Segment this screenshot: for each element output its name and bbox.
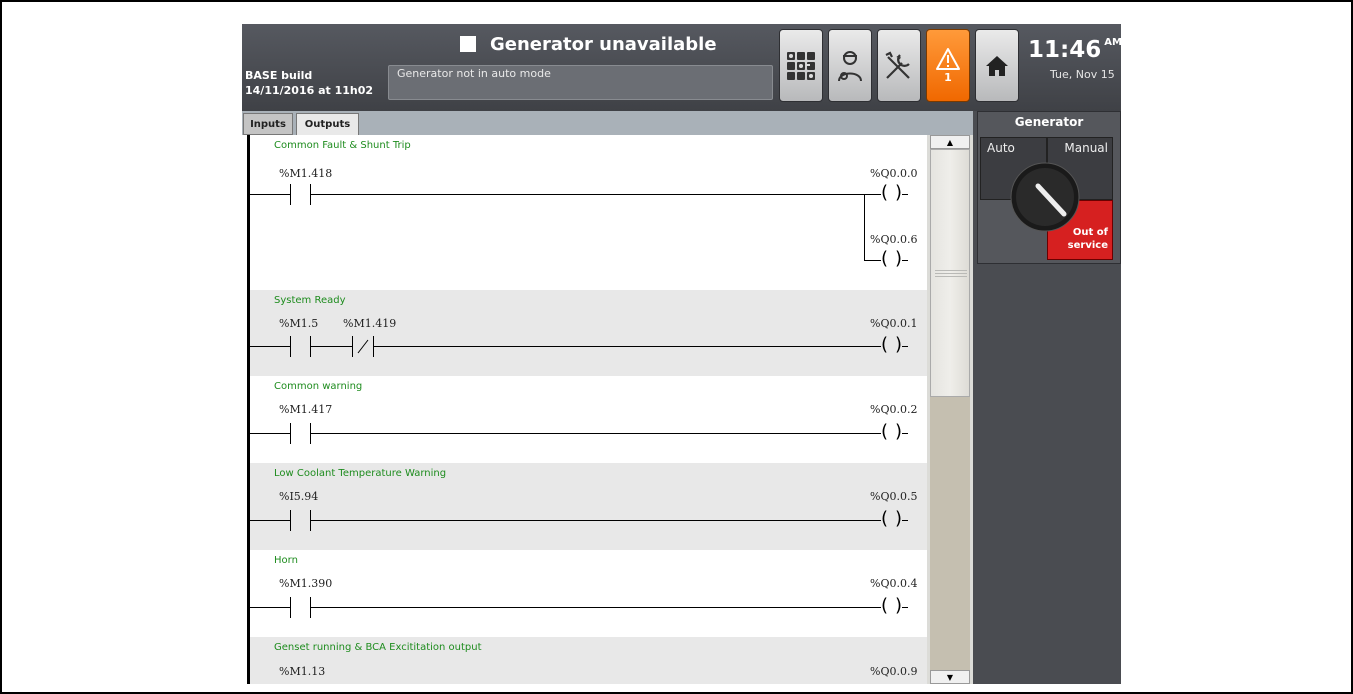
output-coil[interactable]: () <box>877 508 908 531</box>
tools-button[interactable]: ? <box>877 29 921 102</box>
contact-label: %I5.94 <box>279 490 319 503</box>
mode-selector-knob[interactable] <box>1010 162 1080 232</box>
scroll-up-button[interactable]: ▲ <box>930 135 970 149</box>
tab-inputs[interactable]: Inputs <box>243 113 293 135</box>
out-of-service-line2: service <box>1067 240 1108 251</box>
coil-label: %Q0.0.1 <box>870 317 918 330</box>
home-icon <box>986 55 1008 76</box>
wire <box>373 346 877 347</box>
coil-label: %Q0.0.9 <box>870 665 918 678</box>
build-date: 14/11/2016 at 11h02 <box>245 84 374 97</box>
rung-title: Horn <box>274 555 298 566</box>
rung-low-coolant: Low Coolant Temperature Warning %I5.94 %… <box>250 463 927 550</box>
wire <box>250 194 290 195</box>
coil-label: %Q0.0.2 <box>870 403 918 416</box>
rung-title: Common Fault & Shunt Trip <box>274 140 411 151</box>
wire <box>250 607 290 608</box>
clock-date: Tue, Nov 15 <box>1050 68 1115 81</box>
header-bar: Generator unavailable Generator not in a… <box>242 24 1121 111</box>
status-title: Generator unavailable <box>460 30 780 58</box>
hmi-window: Generator unavailable Generator not in a… <box>242 24 1121 684</box>
output-coil[interactable]: () <box>877 421 908 444</box>
generator-panel: Generator Auto Manual Out of service <box>977 111 1121 264</box>
contact-label: %M1.390 <box>279 577 333 590</box>
operator-button[interactable] <box>828 29 872 102</box>
contact-label: %M1.417 <box>279 403 333 416</box>
tab-outputs[interactable]: Outputs <box>296 113 359 135</box>
contact-label: %M1.418 <box>279 167 333 180</box>
tools-icon: ? <box>885 51 910 79</box>
contact-label: %M1.5 <box>279 317 319 330</box>
rung-title: Low Coolant Temperature Warning <box>274 468 447 479</box>
clock: 11:46 AM <box>1028 37 1121 63</box>
rung-title: Genset running & BCA Excititation output <box>274 642 482 653</box>
coil-label: %Q0.0.0 <box>870 167 918 180</box>
wire <box>250 520 290 521</box>
wire <box>864 260 877 261</box>
branch-wire <box>864 194 865 260</box>
status-title-text: Generator unavailable <box>490 33 717 55</box>
rung-horn: Horn %M1.390 %Q0.0.4 () <box>250 550 927 637</box>
status-square-icon <box>460 36 476 52</box>
wire <box>310 607 877 608</box>
contact-label: %M1.419 <box>343 317 397 330</box>
wire <box>250 433 290 434</box>
contact-nc-left <box>352 336 353 357</box>
clock-time: 11:46 <box>1028 37 1102 63</box>
alarm-warning-icon <box>936 48 960 70</box>
output-coil[interactable]: () <box>877 334 908 357</box>
alarm-count: 1 <box>944 71 952 84</box>
overview-grid-icon <box>787 51 815 80</box>
overview-button[interactable] <box>779 29 823 102</box>
scroll-down-button[interactable]: ▼ <box>930 670 970 684</box>
wire <box>310 433 877 434</box>
coil-label: %Q0.0.4 <box>870 577 918 590</box>
coil-label: %Q0.0.5 <box>870 490 918 503</box>
manual-mode-label: Manual <box>1064 141 1108 155</box>
svg-text:?: ? <box>896 55 901 66</box>
clock-ampm: AM <box>1104 37 1121 48</box>
contact-no-left <box>290 510 291 531</box>
wire <box>250 346 290 347</box>
wire <box>310 520 877 521</box>
auto-mode-label: Auto <box>987 141 1015 155</box>
scroll-track[interactable] <box>930 397 970 670</box>
wire <box>310 346 352 347</box>
contact-no-left <box>290 336 291 357</box>
coil-label: %Q0.0.6 <box>870 233 918 246</box>
contact-no-left <box>290 597 291 618</box>
build-info: BASE build 14/11/2016 at 11h02 <box>245 68 373 98</box>
output-coil[interactable]: () <box>877 248 908 271</box>
output-coil[interactable]: () <box>877 595 908 618</box>
contact-nc-slash <box>357 339 369 354</box>
rung-system-ready: System Ready %M1.5 %M1.419 %Q0.0.1 () <box>250 290 927 376</box>
operator-icon <box>838 50 862 81</box>
rung-title: Common warning <box>274 381 363 392</box>
contact-no-left <box>290 423 291 444</box>
home-button[interactable] <box>975 29 1019 102</box>
rung-common-warning: Common warning %M1.417 %Q0.0.2 () <box>250 376 927 463</box>
generator-panel-title: Generator <box>1014 115 1084 129</box>
tab-bar: Inputs Outputs <box>242 111 973 135</box>
wire <box>310 194 877 195</box>
message-box: Generator not in auto mode <box>388 65 773 100</box>
build-name: BASE build <box>245 69 313 82</box>
contact-label: %M1.13 <box>279 665 326 678</box>
rung-title: System Ready <box>274 295 346 306</box>
contact-no-left <box>290 184 291 205</box>
ladder-scrollbar[interactable]: ▲ ▼ <box>927 135 973 684</box>
rung-common-fault: Common Fault & Shunt Trip %M1.418 %Q0.0.… <box>250 135 927 290</box>
scroll-thumb[interactable] <box>930 149 970 397</box>
ladder-diagram: Common Fault & Shunt Trip %M1.418 %Q0.0.… <box>242 135 927 684</box>
output-coil[interactable]: () <box>877 182 908 205</box>
alarm-button[interactable]: 1 <box>926 29 970 102</box>
rung-genset-running: Genset running & BCA Excititation output… <box>250 637 927 684</box>
